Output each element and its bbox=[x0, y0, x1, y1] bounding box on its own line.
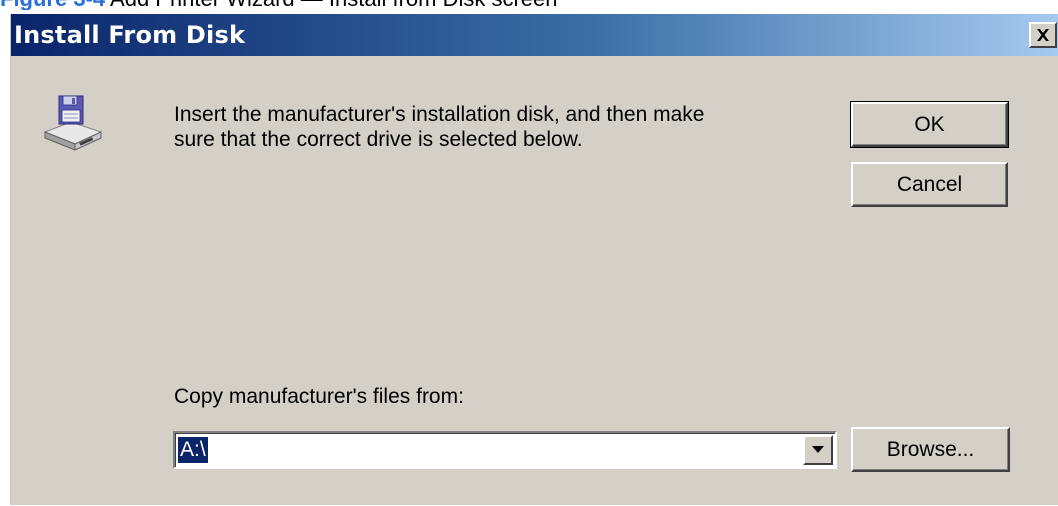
chevron-down-icon bbox=[812, 446, 824, 453]
figure-caption: Figure 3-4 Add Printer Wizard — Install … bbox=[0, 0, 1058, 10]
close-button[interactable] bbox=[1029, 22, 1057, 48]
browse-button[interactable]: Browse... bbox=[851, 427, 1010, 472]
window-title: Install From Disk bbox=[14, 21, 246, 49]
instruction-text: Insert the manufacturer's installation d… bbox=[174, 102, 814, 152]
floppy-disk-drive-icon bbox=[43, 95, 103, 151]
figure-caption-text: Add Printer Wizard — Install from Disk s… bbox=[105, 0, 557, 10]
copy-from-combobox[interactable]: A:\ bbox=[173, 431, 837, 469]
figure-label: Figure 3-4 bbox=[0, 0, 105, 10]
cancel-button[interactable]: Cancel bbox=[851, 162, 1008, 207]
copy-from-value[interactable]: A:\ bbox=[178, 437, 208, 463]
close-icon bbox=[1037, 29, 1049, 41]
dropdown-button[interactable] bbox=[803, 435, 833, 465]
title-bar[interactable]: Install From Disk bbox=[11, 14, 1058, 56]
copy-from-label: Copy manufacturer's files from: bbox=[174, 385, 464, 408]
ok-button[interactable]: OK bbox=[850, 101, 1009, 148]
instruction-line-1: Insert the manufacturer's installation d… bbox=[174, 103, 705, 126]
install-from-disk-dialog: Install From Disk Insert the manufacture… bbox=[10, 14, 1058, 505]
instruction-line-2: sure that the correct drive is selected … bbox=[174, 128, 583, 151]
